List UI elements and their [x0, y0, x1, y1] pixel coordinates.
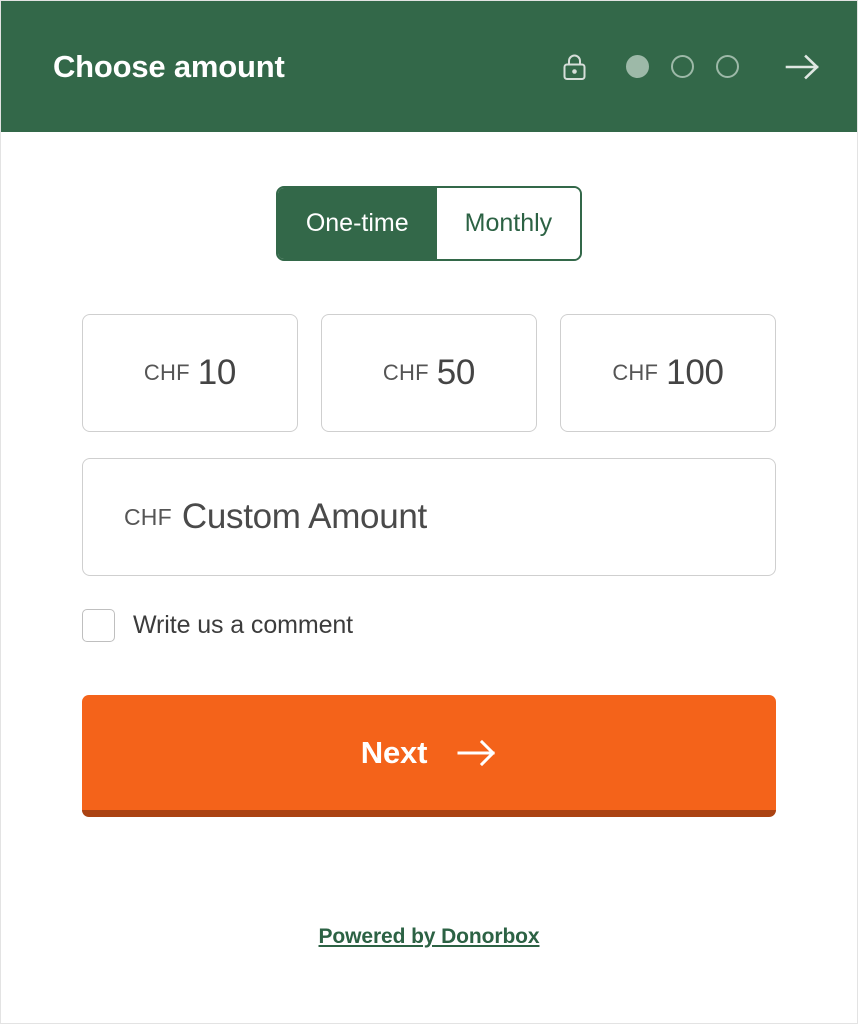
step-dot-1[interactable]: [626, 55, 649, 78]
preset-amount-row: CHF 10 CHF 50 CHF 100: [82, 314, 776, 432]
amount-currency: CHF: [143, 360, 190, 385]
step-indicator: [626, 55, 739, 78]
arrow-right-icon: [457, 739, 497, 767]
write-comment-label[interactable]: Write us a comment: [133, 611, 353, 640]
next-button[interactable]: Next: [82, 695, 776, 817]
frequency-toggle: One-time Monthly: [275, 186, 583, 261]
custom-amount-currency: CHF: [124, 503, 172, 530]
frequency-toggle-wrapper: One-time Monthly: [82, 186, 776, 261]
amount-button-10[interactable]: CHF 10: [82, 314, 298, 432]
card-header: Choose amount: [1, 1, 857, 132]
lock-icon: [561, 53, 588, 81]
amount-button-50[interactable]: CHF 50: [321, 314, 537, 432]
amount-currency: CHF: [382, 360, 429, 385]
amount-value: 100: [666, 353, 724, 392]
next-button-label: Next: [360, 734, 428, 770]
custom-amount-input[interactable]: CHF Custom Amount: [82, 458, 776, 576]
amount-value: 10: [197, 353, 237, 392]
amount-button-100[interactable]: CHF 100: [560, 314, 776, 432]
page-title: Choose amount: [53, 48, 285, 84]
card-footer: Powered by Donorbox: [82, 925, 776, 949]
step-dot-3[interactable]: [716, 55, 739, 78]
card-body: One-time Monthly CHF 10 CHF 50 CHF 100 C…: [1, 132, 857, 1023]
header-controls: [561, 52, 821, 82]
powered-by-donorbox-link[interactable]: Powered by Donorbox: [319, 925, 540, 948]
arrow-right-icon[interactable]: [777, 52, 821, 82]
step-dot-2[interactable]: [671, 55, 694, 78]
write-comment-checkbox[interactable]: [82, 609, 115, 642]
amount-value: 50: [436, 353, 476, 392]
frequency-option-one-time[interactable]: One-time: [277, 188, 437, 259]
comment-row: Write us a comment: [82, 609, 776, 642]
custom-amount-placeholder: Custom Amount: [181, 497, 427, 536]
amount-currency: CHF: [612, 360, 659, 385]
frequency-option-monthly[interactable]: Monthly: [436, 188, 581, 259]
donation-form-card: Choose amount One-time Monthly CHF 10 CH…: [0, 0, 858, 1024]
